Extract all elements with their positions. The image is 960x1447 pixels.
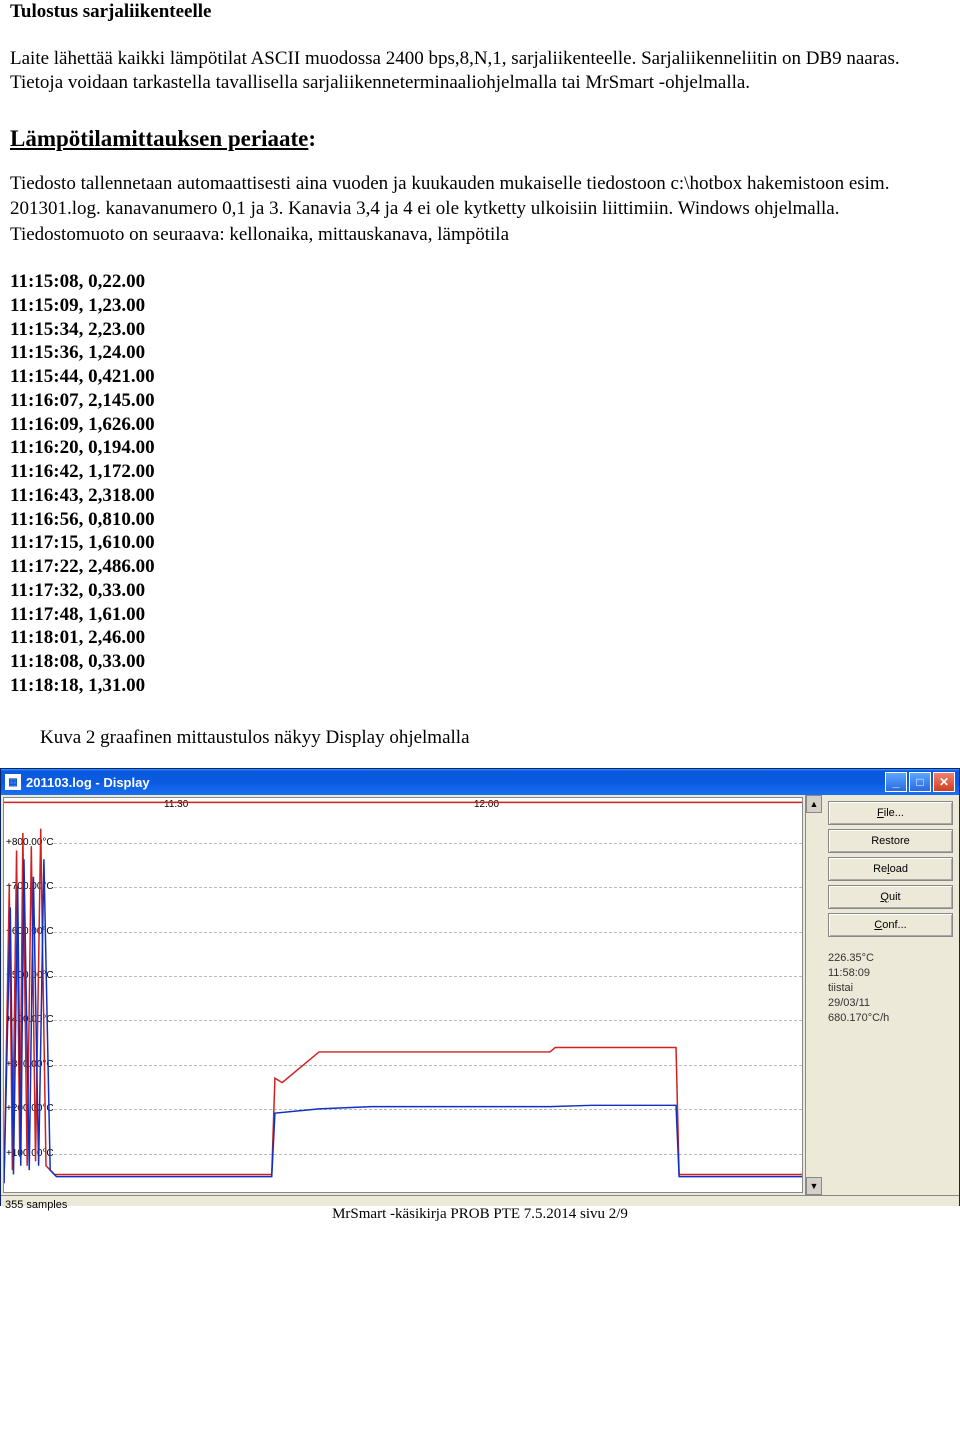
app-icon: ▦ <box>5 774 21 790</box>
data-line: 11:18:08, 0,33.00 <box>10 650 950 674</box>
series-channel-red <box>4 829 802 1184</box>
data-line: 11:18:01, 2,46.00 <box>10 626 950 650</box>
data-line: 11:16:09, 1,626.00 <box>10 413 950 437</box>
vertical-scrollbar[interactable]: ▲ ▼ <box>805 795 822 1195</box>
data-line: 11:15:44, 0,421.00 <box>10 365 950 389</box>
data-line: 11:17:48, 1,61.00 <box>10 603 950 627</box>
data-line: 11:17:15, 1,610.00 <box>10 531 950 555</box>
paragraph-1: Laite lähettää kaikki lämpötilat ASCII m… <box>10 47 950 96</box>
scroll-down-button[interactable]: ▼ <box>806 1177 822 1195</box>
data-line: 11:16:20, 0,194.00 <box>10 436 950 460</box>
data-line: 11:16:07, 2,145.00 <box>10 389 950 413</box>
info-temp: 226.35°C <box>828 951 953 966</box>
scroll-track[interactable] <box>806 813 822 1177</box>
data-list: 11:15:08, 0,22.0011:15:09, 1,23.0011:15:… <box>10 270 950 698</box>
paragraph-3: Tiedostomuoto on seuraava: kellonaika, m… <box>10 223 950 248</box>
info-date: 29/03/11 <box>828 996 953 1011</box>
paragraph-2: Tiedosto tallennetaan automaattisesti ai… <box>10 172 950 221</box>
data-line: 11:15:34, 2,23.00 <box>10 318 950 342</box>
page-footer: MrSmart -käsikirja PROB PTE 7.5.2014 siv… <box>0 1206 960 1223</box>
close-button[interactable]: ✕ <box>933 772 955 792</box>
data-line: 11:17:32, 0,33.00 <box>10 579 950 603</box>
heading-2-text: Lämpötilamittauksen periaate <box>10 126 308 151</box>
data-line: 11:18:18, 1,31.00 <box>10 674 950 698</box>
scroll-up-button[interactable]: ▲ <box>806 795 822 813</box>
data-line: 11:15:09, 1,23.00 <box>10 294 950 318</box>
info-day: tiistai <box>828 981 953 996</box>
reload-button[interactable]: Reload <box>828 857 953 881</box>
window-title: 201103.log - Display <box>26 775 885 790</box>
data-line: 11:15:36, 1,24.00 <box>10 341 950 365</box>
display-app-window: ▦ 201103.log - Display _ □ ✕ 11:30 12:00… <box>0 768 960 1215</box>
info-time: 11:58:09 <box>828 966 953 981</box>
data-line: 11:16:43, 2,318.00 <box>10 484 950 508</box>
quit-button[interactable]: Quit <box>828 885 953 909</box>
info-block: 226.35°C 11:58:09 tiistai 29/03/11 680.1… <box>828 951 953 1025</box>
series-channel-blue <box>4 859 802 1183</box>
heading-2: Lämpötilamittauksen periaate: <box>10 124 950 154</box>
data-line: 11:17:22, 2,486.00 <box>10 555 950 579</box>
file-button[interactable]: File... <box>828 801 953 825</box>
conf-button[interactable]: Conf... <box>828 913 953 937</box>
chart-area: 11:30 12:00 +800.00°C+700.00°C+600.00°C+… <box>3 797 803 1193</box>
status-text: 355 samples <box>5 1199 67 1211</box>
minimize-button[interactable]: _ <box>885 772 907 792</box>
restore-button[interactable]: Restore <box>828 829 953 853</box>
heading-1: Tulostus sarjaliikenteelle <box>10 0 950 25</box>
info-rate: 680.170°C/h <box>828 1011 953 1026</box>
maximize-button[interactable]: □ <box>909 772 931 792</box>
data-line: 11:15:08, 0,22.00 <box>10 270 950 294</box>
plot-svg <box>4 798 802 1192</box>
titlebar[interactable]: ▦ 201103.log - Display _ □ ✕ <box>1 769 959 795</box>
data-line: 11:16:56, 0,810.00 <box>10 508 950 532</box>
figure-caption: Kuva 2 graafinen mittaustulos näkyy Disp… <box>40 726 950 751</box>
data-line: 11:16:42, 1,172.00 <box>10 460 950 484</box>
side-panel: File... Restore Reload Quit Conf... 226.… <box>822 795 959 1195</box>
